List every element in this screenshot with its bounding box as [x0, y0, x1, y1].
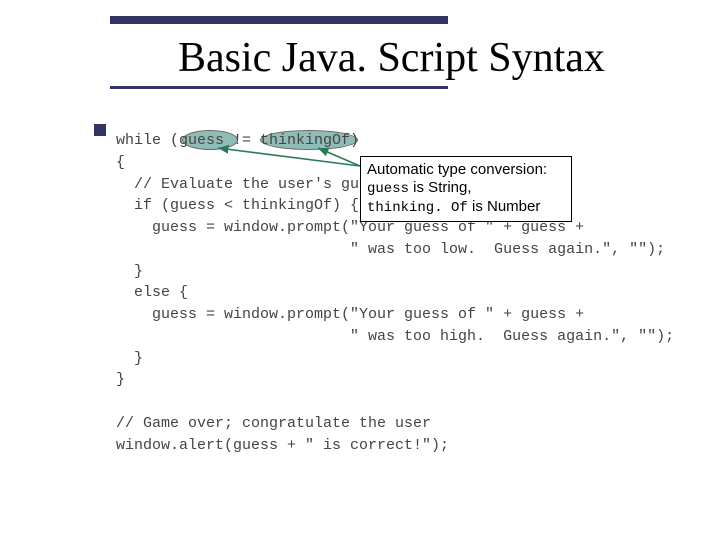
code-line: guess = window.prompt("Your guess of " +…	[116, 306, 584, 323]
code-line: {	[116, 154, 125, 171]
title-rule-top	[110, 16, 448, 24]
title-rule-bottom	[110, 86, 448, 89]
code-line: if (guess < thinkingOf) {	[116, 197, 359, 214]
slide: { "title": "Basic Java. Script Syntax", …	[0, 0, 720, 540]
code-line: // Game over; congratulate the user	[116, 415, 431, 432]
callout-line-3: thinking. Of is Number	[367, 198, 565, 217]
callout-code-thinkingof: thinking. Of	[367, 200, 468, 216]
code-line: }	[116, 371, 125, 388]
bullet-square	[94, 124, 106, 136]
callout-line-2: guess is String,	[367, 179, 565, 198]
callout-line-1: Automatic type conversion:	[367, 161, 565, 179]
code-line: " was too high. Guess again.", "");	[116, 328, 674, 345]
code-line: }	[116, 263, 143, 280]
callout-text-2: is Number	[468, 198, 541, 215]
code-line: // Evaluate the user's guess	[116, 176, 386, 193]
callout-text-1: is String,	[409, 179, 472, 196]
code-line: else {	[116, 284, 188, 301]
callout-box: Automatic type conversion: guess is Stri…	[360, 156, 572, 222]
code-line: }	[116, 350, 143, 367]
code-line: window.alert(guess + " is correct!");	[116, 437, 449, 454]
code-line: while (guess != thinkingOf)	[116, 132, 359, 149]
code-line: " was too low. Guess again.", "");	[116, 241, 665, 258]
callout-code-guess: guess	[367, 181, 409, 197]
slide-title: Basic Java. Script Syntax	[178, 34, 605, 82]
